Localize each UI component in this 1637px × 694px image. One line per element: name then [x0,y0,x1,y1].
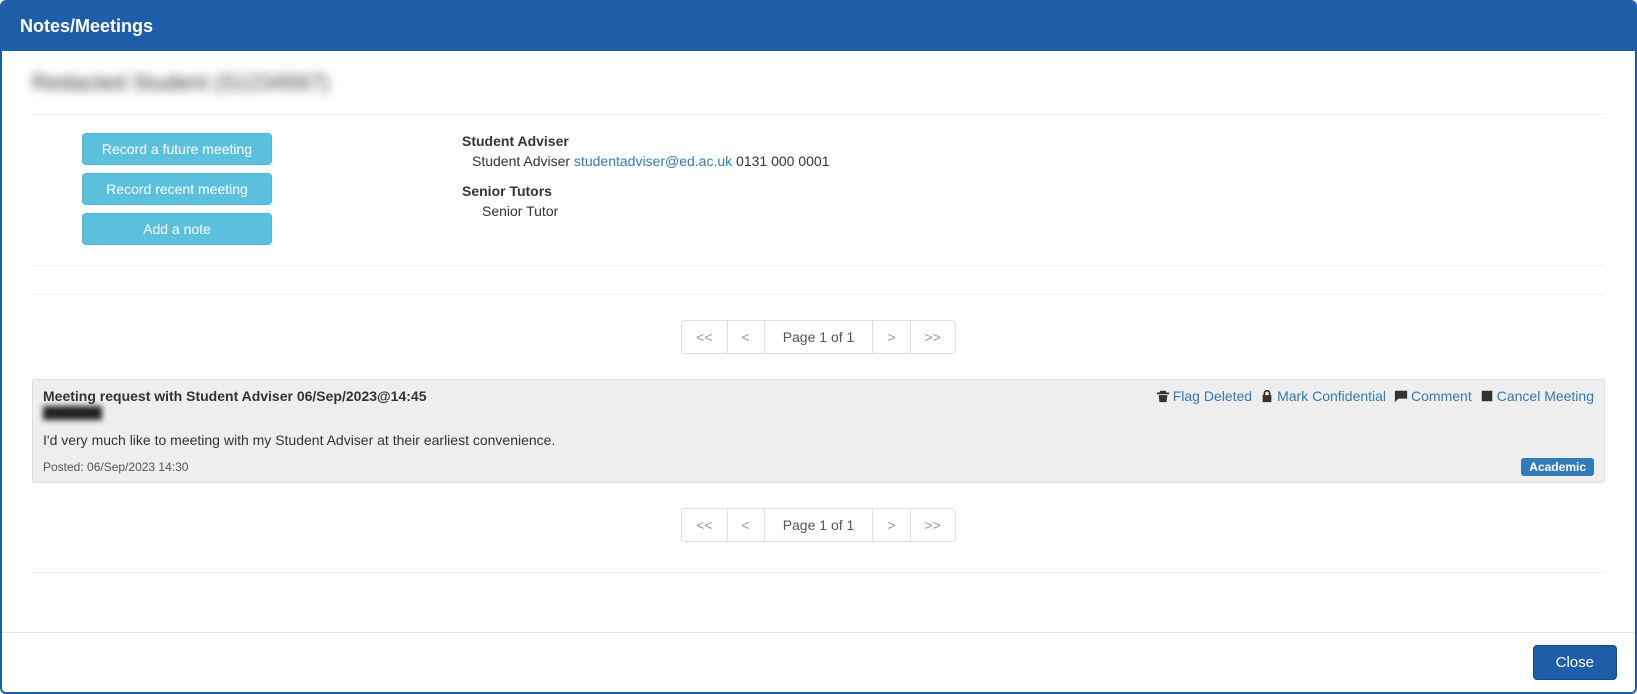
modal-body[interactable]: Redacted Student (S1234567) Record a fut… [2,51,1635,632]
mark-confidential-label: Mark Confidential [1277,388,1386,404]
pager-prev-button[interactable]: < [727,508,765,542]
modal-footer: Close [2,632,1635,692]
pagination-top: << < Page 1 of 1 > >> [32,320,1605,354]
cancel-meeting-label: Cancel Meeting [1497,388,1594,404]
flag-deleted-link[interactable]: Flag Deleted [1156,388,1252,404]
pager-first-button[interactable]: << [681,508,727,542]
note-footer: Posted: 06/Sep/2023 14:30 Academic [43,458,1594,476]
pager: << < Page 1 of 1 > >> [681,320,956,354]
divider [32,114,1605,115]
record-future-meeting-button[interactable]: Record a future meeting [82,133,272,165]
comment-link[interactable]: Comment [1394,388,1472,404]
modal-title: Notes/Meetings [20,16,153,36]
student-name-heading: Redacted Student (S1234567) [32,66,1605,106]
tutor-role: Senior Tutor [482,203,558,219]
comment-label: Comment [1411,388,1472,404]
pager-next-button[interactable]: > [872,508,910,542]
pager: << < Page 1 of 1 > >> [681,508,956,542]
comment-icon [1394,389,1408,403]
divider [32,572,1605,573]
note-card: Meeting request with Student Adviser 06/… [32,379,1605,483]
adviser-role: Student Adviser [472,153,570,169]
pager-first-button[interactable]: << [681,320,727,354]
adviser-heading: Student Adviser [462,133,1605,149]
actions-column: Record a future meeting Record recent me… [32,133,332,245]
trash-icon [1156,389,1170,403]
tutor-line: Senior Tutor [462,203,1605,219]
cancel-meeting-link[interactable]: Cancel Meeting [1480,388,1594,404]
flag-deleted-label: Flag Deleted [1173,388,1252,404]
pager-label: Page 1 of 1 [764,320,874,354]
record-recent-meeting-button[interactable]: Record recent meeting [82,173,272,205]
pager-prev-button[interactable]: < [727,320,765,354]
stop-icon [1480,389,1494,403]
pager-next-button[interactable]: > [872,320,910,354]
note-title-wrap: Meeting request with Student Adviser 06/… [43,388,426,426]
divider [32,294,1605,295]
note-title: Meeting request with Student Adviser 06/… [43,388,426,404]
top-section: Record a future meeting Record recent me… [32,133,1605,245]
pager-last-button[interactable]: >> [910,320,956,354]
close-button[interactable]: Close [1533,645,1617,680]
adviser-line: Student Adviser studentadviser@ed.ac.uk … [462,153,1605,169]
note-posted: Posted: 06/Sep/2023 14:30 [43,460,188,474]
pager-last-button[interactable]: >> [910,508,956,542]
pager-label: Page 1 of 1 [764,508,874,542]
note-actions: Flag Deleted Mark Confidential Comment [1156,388,1594,404]
note-topbar: Meeting request with Student Adviser 06/… [43,388,1594,426]
mark-confidential-link[interactable]: Mark Confidential [1260,388,1386,404]
modal-header: Notes/Meetings [2,2,1635,51]
note-author: Redacted [43,406,102,420]
pagination-bottom: << < Page 1 of 1 > >> [32,508,1605,542]
note-body: I'd very much like to meeting with my St… [43,432,1594,448]
tutors-heading: Senior Tutors [462,183,1605,199]
adviser-email-link[interactable]: studentadviser@ed.ac.uk [574,153,732,169]
notes-meetings-modal: Notes/Meetings Redacted Student (S123456… [0,0,1637,694]
add-note-button[interactable]: Add a note [82,213,272,245]
lock-icon [1260,389,1274,403]
note-category-badge: Academic [1521,458,1594,476]
divider [32,265,1605,266]
contacts-column: Student Adviser Student Adviser studenta… [372,133,1605,245]
adviser-phone: 0131 000 0001 [736,153,829,169]
